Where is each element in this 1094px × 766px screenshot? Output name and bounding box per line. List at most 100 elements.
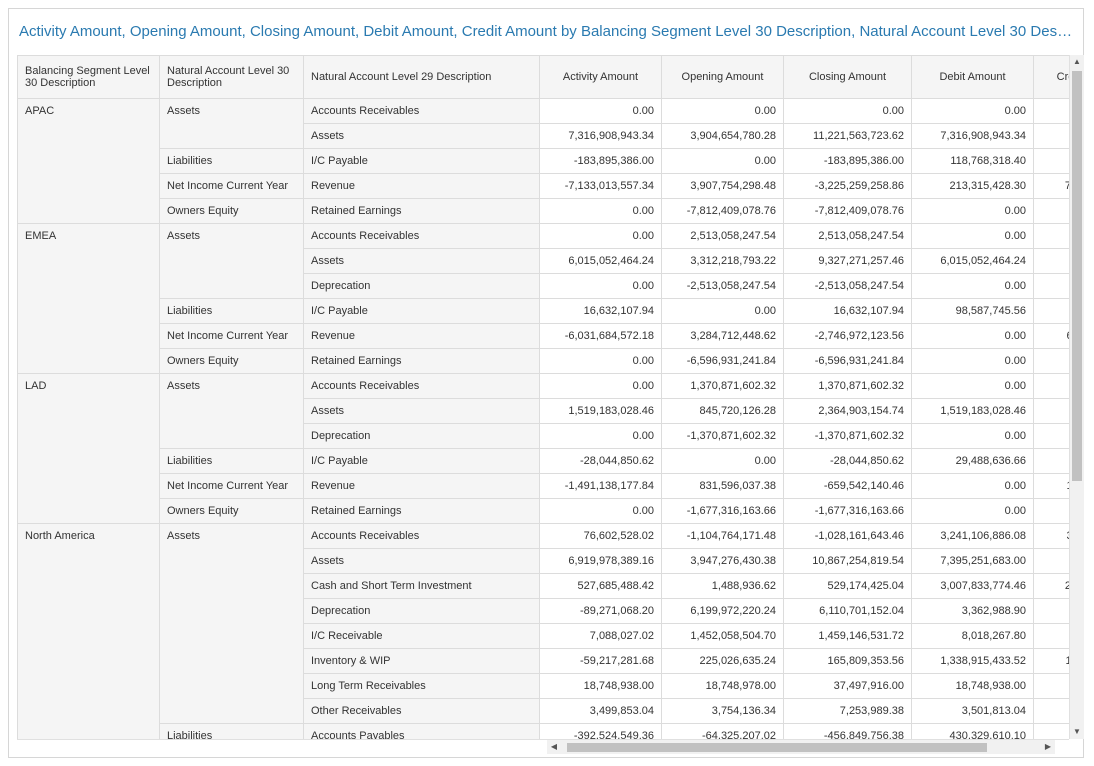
credit-amount-cell xyxy=(1033,423,1069,449)
vertical-scrollbar[interactable]: ▲ ▼ xyxy=(1069,55,1084,739)
triangle-right-icon[interactable]: ▶ xyxy=(1041,740,1055,754)
debit-amount-cell: 0.00 xyxy=(911,98,1034,124)
closing-amount-cell: 2,364,903,154.74 xyxy=(783,398,912,424)
credit-amount-cell: 8' xyxy=(1033,298,1069,324)
natural-account-29-cell[interactable]: Accounts Receivables xyxy=(303,523,540,549)
natural-account-30-cell[interactable]: Owners Equity xyxy=(159,498,304,524)
opening-amount-cell: 18,748,978.00 xyxy=(661,673,784,699)
header-debit-amount[interactable]: Debit Amount xyxy=(911,55,1034,99)
natural-account-30-cell[interactable]: Net Income Current Year xyxy=(159,473,304,499)
closing-amount-cell: -1,677,316,163.66 xyxy=(783,498,912,524)
natural-account-29-cell[interactable]: Deprecation xyxy=(303,598,540,624)
natural-account-29-cell[interactable]: Deprecation xyxy=(303,423,540,449)
table-row: Owners Equity Retained Earnings 0.00 -1,677… xyxy=(18,498,1069,524)
natural-account-29-cell[interactable]: Cash and Short Term Investment xyxy=(303,573,540,599)
natural-account-29-cell[interactable]: I/C Payable xyxy=(303,448,540,474)
header-natural-account-30[interactable]: Natural Account Level 30 Description xyxy=(159,55,304,99)
header-credit-amount[interactable]: Cre xyxy=(1033,55,1069,99)
natural-account-29-cell[interactable]: I/C Payable xyxy=(303,298,540,324)
natural-account-30-cell[interactable]: Liabilities xyxy=(159,448,304,474)
natural-account-29-cell[interactable]: Deprecation xyxy=(303,273,540,299)
natural-account-30-cell[interactable]: Liabilities xyxy=(159,723,304,739)
closing-amount-cell: 165,809,353.56 xyxy=(783,648,912,674)
activity-amount-cell: -59,217,281.68 xyxy=(539,648,662,674)
natural-account-29-cell[interactable]: Revenue xyxy=(303,323,540,349)
natural-account-30-cell[interactable]: Owners Equity xyxy=(159,348,304,374)
balancing-segment-cell[interactable]: APAC xyxy=(17,98,160,224)
opening-amount-cell: 3,907,754,298.48 xyxy=(661,173,784,199)
closing-amount-cell: -659,542,140.46 xyxy=(783,473,912,499)
closing-amount-cell: 10,867,254,819.54 xyxy=(783,548,912,574)
natural-account-29-cell[interactable]: Accounts Receivables xyxy=(303,98,540,124)
natural-account-29-cell[interactable]: Retained Earnings xyxy=(303,198,540,224)
vertical-scroll-thumb[interactable] xyxy=(1072,71,1082,481)
natural-account-30-cell[interactable]: Net Income Current Year xyxy=(159,323,304,349)
table-row: Owners Equity Retained Earnings 0.00 -6,596… xyxy=(18,348,1069,374)
natural-account-30-cell[interactable]: Net Income Current Year xyxy=(159,173,304,199)
activity-amount-cell: 6,015,052,464.24 xyxy=(539,248,662,274)
header-closing-amount[interactable]: Closing Amount xyxy=(783,55,912,99)
activity-amount-cell: -1,491,138,177.84 xyxy=(539,473,662,499)
natural-account-29-cell[interactable]: I/C Payable xyxy=(303,148,540,174)
natural-account-29-cell[interactable]: Assets xyxy=(303,123,540,149)
natural-account-29-cell[interactable]: Assets xyxy=(303,548,540,574)
natural-account-30-cell[interactable]: Owners Equity xyxy=(159,198,304,224)
opening-amount-cell: 3,947,276,430.38 xyxy=(661,548,784,574)
closing-amount-cell: 1,370,871,602.32 xyxy=(783,373,912,399)
natural-account-29-cell[interactable]: Long Term Receivables xyxy=(303,673,540,699)
opening-amount-cell: 845,720,126.28 xyxy=(661,398,784,424)
header-opening-amount[interactable]: Opening Amount xyxy=(661,55,784,99)
credit-amount-cell: 82' xyxy=(1033,723,1069,739)
activity-amount-cell: 0.00 xyxy=(539,273,662,299)
credit-amount-cell: 3,16' xyxy=(1033,523,1069,549)
natural-account-29-cell[interactable]: Accounts Receivables xyxy=(303,373,540,399)
natural-account-29-cell[interactable]: I/C Receivable xyxy=(303,623,540,649)
natural-account-30-cell[interactable]: Assets xyxy=(159,223,304,299)
closing-amount-cell: -7,812,409,078.76 xyxy=(783,198,912,224)
table-row: Liabilities I/C Payable 16,632,107.94 0.00 1… xyxy=(18,298,1069,324)
natural-account-29-cell[interactable]: Inventory & WIP xyxy=(303,648,540,674)
balancing-segment-cell[interactable]: LAD xyxy=(17,373,160,524)
natural-account-30-cell[interactable]: Assets xyxy=(159,373,304,449)
header-activity-amount[interactable]: Activity Amount xyxy=(539,55,662,99)
opening-amount-cell: 0.00 xyxy=(661,298,784,324)
closing-amount-cell: 529,174,425.04 xyxy=(783,573,912,599)
table-row: Net Income Current Year Revenue -1,491,138… xyxy=(18,473,1069,499)
opening-amount-cell: 225,026,635.24 xyxy=(661,648,784,674)
balancing-segment-cell[interactable]: EMEA xyxy=(17,223,160,374)
natural-account-30-cell[interactable]: Assets xyxy=(159,523,304,724)
debit-amount-cell: 0.00 xyxy=(911,423,1034,449)
debit-amount-cell: 3,362,988.90 xyxy=(911,598,1034,624)
triangle-left-icon[interactable]: ◀ xyxy=(547,740,561,754)
horizontal-scrollbar[interactable]: ◀ ▶ xyxy=(547,740,1055,754)
triangle-up-icon[interactable]: ▲ xyxy=(1070,55,1084,69)
activity-amount-cell: 0.00 xyxy=(539,423,662,449)
debit-amount-cell: 0.00 xyxy=(911,373,1034,399)
natural-account-30-cell[interactable]: Assets xyxy=(159,98,304,149)
natural-account-29-cell[interactable]: Accounts Payables xyxy=(303,723,540,739)
natural-account-29-cell[interactable]: Accounts Receivables xyxy=(303,223,540,249)
balancing-segment-cell[interactable]: North America xyxy=(17,523,160,739)
natural-account-30-cell[interactable]: Liabilities xyxy=(159,148,304,174)
header-balancing-segment[interactable]: Balancing Segment Level 30 Description xyxy=(17,55,160,99)
natural-account-30-cell[interactable]: Liabilities xyxy=(159,298,304,324)
debit-amount-cell: 8,018,267.80 xyxy=(911,623,1034,649)
natural-account-29-cell[interactable]: Revenue xyxy=(303,173,540,199)
opening-amount-cell: 0.00 xyxy=(661,148,784,174)
natural-account-29-cell[interactable]: Assets xyxy=(303,398,540,424)
natural-account-29-cell[interactable]: Retained Earnings xyxy=(303,348,540,374)
closing-amount-cell: 16,632,107.94 xyxy=(783,298,912,324)
activity-amount-cell: 16,632,107.94 xyxy=(539,298,662,324)
natural-account-29-cell[interactable]: Revenue xyxy=(303,473,540,499)
horizontal-scroll-thumb[interactable] xyxy=(567,743,987,752)
natural-account-29-cell[interactable]: Other Receivables xyxy=(303,698,540,724)
credit-amount-cell xyxy=(1033,698,1069,724)
triangle-down-icon[interactable]: ▼ xyxy=(1070,725,1084,739)
natural-account-29-cell[interactable]: Retained Earnings xyxy=(303,498,540,524)
natural-account-29-cell[interactable]: Assets xyxy=(303,248,540,274)
opening-amount-cell: 3,754,136.34 xyxy=(661,698,784,724)
closing-amount-cell: 7,253,989.38 xyxy=(783,698,912,724)
header-natural-account-29[interactable]: Natural Account Level 29 Description xyxy=(303,55,540,99)
activity-amount-cell: 527,685,488.42 xyxy=(539,573,662,599)
opening-amount-cell: 1,488,936.62 xyxy=(661,573,784,599)
